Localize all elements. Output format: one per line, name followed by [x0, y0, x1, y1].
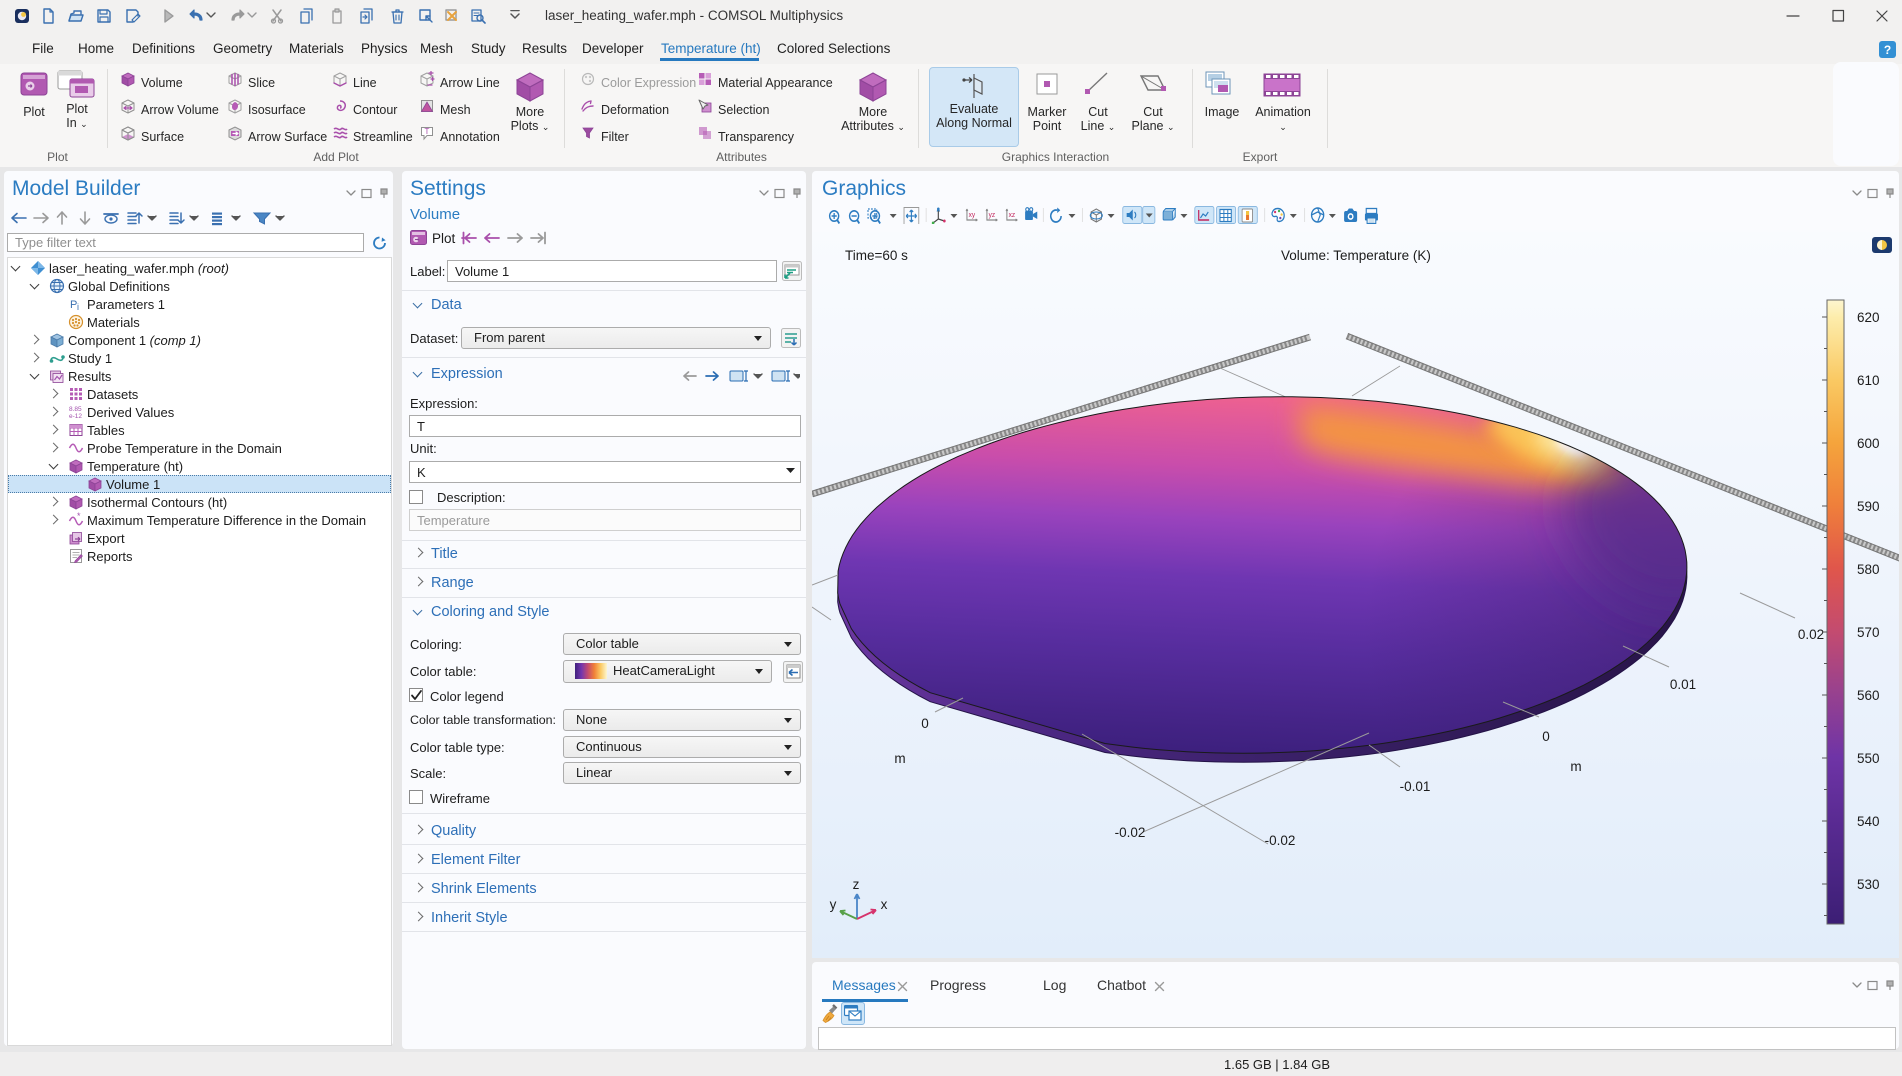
svg-text:Volume: Temperature (K): Volume: Temperature (K) — [1281, 248, 1431, 263]
svg-text:620: 620 — [1857, 310, 1880, 325]
svg-text:xy: xy — [969, 212, 976, 219]
svg-text:x: x — [881, 897, 888, 912]
svg-text:0: 0 — [1542, 729, 1550, 744]
svg-text:T: T — [425, 127, 430, 136]
svg-text:610: 610 — [1857, 373, 1880, 388]
svg-text:y: y — [830, 897, 837, 912]
svg-text:z: z — [853, 877, 860, 892]
svg-text:m: m — [1570, 759, 1581, 774]
svg-text:e-12: e-12 — [69, 413, 82, 420]
svg-text:-0.02: -0.02 — [1115, 825, 1146, 840]
svg-text:Time=60 s: Time=60 s — [845, 248, 908, 263]
svg-text:0: 0 — [921, 716, 929, 731]
svg-text:yz: yz — [989, 212, 996, 219]
svg-text:600: 600 — [1857, 436, 1880, 451]
svg-text:m: m — [894, 751, 905, 766]
svg-text:570: 570 — [1857, 625, 1880, 640]
svg-text:550: 550 — [1857, 751, 1880, 766]
svg-text:8.85: 8.85 — [69, 406, 82, 413]
svg-text:0.01: 0.01 — [1670, 677, 1696, 692]
svg-text:540: 540 — [1857, 814, 1880, 829]
svg-text:-0.01: -0.01 — [1400, 779, 1431, 794]
svg-text:-0.02: -0.02 — [1265, 833, 1296, 848]
svg-text:0.02: 0.02 — [1798, 627, 1824, 642]
svg-text:580: 580 — [1857, 562, 1880, 577]
svg-text:i: i — [77, 302, 79, 312]
svg-text:590: 590 — [1857, 499, 1880, 514]
svg-text:*: * — [77, 512, 81, 521]
svg-text:xz: xz — [1009, 212, 1016, 219]
svg-text:?: ? — [1884, 43, 1891, 57]
svg-text:560: 560 — [1857, 688, 1880, 703]
svg-text:530: 530 — [1857, 877, 1880, 892]
